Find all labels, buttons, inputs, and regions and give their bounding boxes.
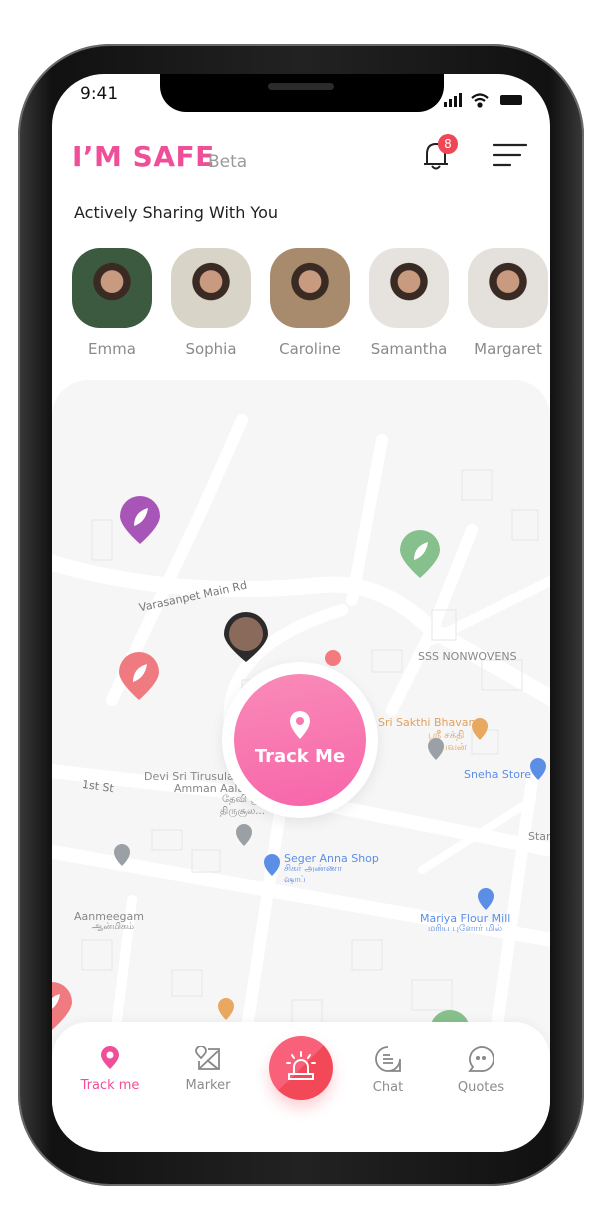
nav-quotes[interactable]: Quotes bbox=[441, 1046, 521, 1095]
contact-pin-red bbox=[52, 982, 72, 1030]
contact-avatar[interactable] bbox=[468, 248, 548, 328]
sos-alarm-button[interactable] bbox=[269, 1036, 333, 1100]
contact-avatar[interactable] bbox=[369, 248, 449, 328]
contact-pin-red bbox=[119, 652, 159, 700]
nav-marker[interactable]: Marker bbox=[168, 1045, 248, 1093]
track-me-button[interactable]: Track Me bbox=[234, 674, 366, 806]
status-time: 9:41 bbox=[80, 84, 119, 104]
phone-screen: 9:41 I’M SAFE Beta 8 Actively Sharing Wi… bbox=[52, 74, 550, 1152]
contact-avatar[interactable] bbox=[171, 248, 251, 328]
menu-icon[interactable] bbox=[492, 142, 528, 170]
nav-label: Chat bbox=[372, 1080, 404, 1095]
contact-name: Margaret bbox=[474, 340, 542, 358]
wifi-icon bbox=[471, 93, 489, 108]
contact-photo-pin bbox=[224, 612, 268, 662]
notch bbox=[160, 74, 444, 112]
signal-icon bbox=[444, 93, 462, 107]
contact-name: Sophia bbox=[185, 340, 237, 358]
contact-avatar[interactable] bbox=[270, 248, 350, 328]
beta-label: Beta bbox=[208, 152, 248, 172]
contact-name: Emma bbox=[88, 340, 136, 358]
contact-pin-green bbox=[400, 530, 440, 578]
notification-badge: 8 bbox=[438, 134, 458, 154]
nav-label: Marker bbox=[185, 1078, 231, 1093]
chat-icon bbox=[375, 1046, 401, 1072]
track-me-label: Track Me bbox=[254, 746, 346, 767]
battery-icon bbox=[500, 95, 522, 105]
speaker bbox=[268, 83, 334, 90]
nav-label: Track me bbox=[80, 1078, 140, 1093]
bottom-nav: Track me Marker Chat Quotes bbox=[52, 1022, 550, 1152]
status-icons bbox=[444, 93, 522, 108]
nav-track-me[interactable]: Track me bbox=[70, 1046, 150, 1093]
location-pin-icon bbox=[290, 711, 310, 739]
quote-bubble-icon bbox=[468, 1046, 495, 1072]
map[interactable]: Varasanpet Main Rd SSS NONWOVENS Sri Sak… bbox=[52, 380, 550, 1060]
nav-label: Quotes bbox=[457, 1080, 505, 1095]
contact-avatar[interactable] bbox=[72, 248, 152, 328]
map-marker-icon bbox=[195, 1045, 220, 1070]
siren-icon bbox=[286, 1051, 316, 1080]
section-title: Actively Sharing With You bbox=[74, 203, 278, 222]
contact-name: Caroline bbox=[279, 340, 341, 358]
contact-name: Samantha bbox=[370, 340, 448, 358]
app-logo: I’M SAFE bbox=[72, 140, 215, 173]
location-pin-icon bbox=[101, 1046, 119, 1069]
nav-chat[interactable]: Chat bbox=[348, 1046, 428, 1095]
contact-pin-purple bbox=[120, 496, 160, 544]
